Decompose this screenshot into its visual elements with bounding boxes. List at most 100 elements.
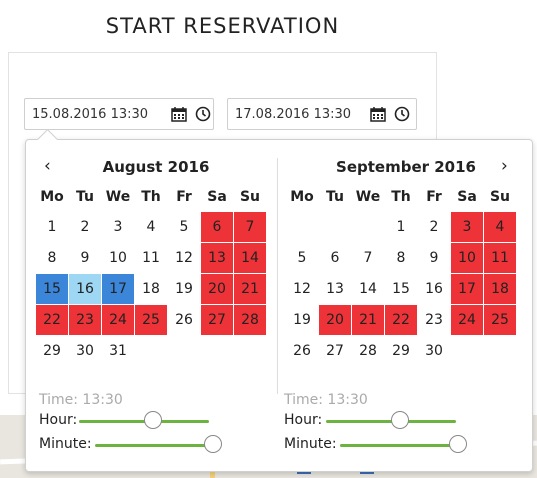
day-cell[interactable]: 14 [234,243,266,273]
minute-slider-track[interactable] [95,444,213,447]
weekday-header: Th [141,189,161,205]
end-datetime-input[interactable]: 17.08.2016 13:30 [227,98,417,130]
day-cell[interactable]: 21 [234,274,266,304]
day-cell[interactable]: 29 [385,336,417,366]
day-cell[interactable]: 14 [352,274,384,304]
weekday-header: Fr [426,189,442,205]
day-cell[interactable]: 26 [168,305,200,335]
day-cell[interactable]: 20 [319,305,351,335]
day-cell[interactable]: 16 [418,274,450,304]
empty-day-cell [135,336,167,366]
minute-slider-handle[interactable] [449,435,467,453]
hour-label: Hour: [39,412,78,428]
day-cell[interactable]: 11 [484,243,516,273]
day-cell[interactable]: 18 [135,274,167,304]
day-cell[interactable]: 25 [484,305,516,335]
clock-icon[interactable] [394,106,410,122]
day-cell[interactable]: 24 [102,305,134,335]
day-cell[interactable]: 12 [168,243,200,273]
day-cell[interactable]: 7 [352,243,384,273]
day-cell[interactable]: 27 [319,336,351,366]
empty-day-cell [286,212,318,242]
day-cell[interactable]: 4 [135,212,167,242]
month-title: August 2016 [102,158,210,176]
calendar-divider [277,158,278,394]
day-cell[interactable]: 30 [418,336,450,366]
day-cell[interactable]: 20 [201,274,233,304]
day-cell[interactable]: 17 [102,274,134,304]
day-cell[interactable]: 2 [69,212,101,242]
day-cell[interactable]: 29 [36,336,68,366]
day-cell[interactable]: 7 [234,212,266,242]
minute-slider-handle[interactable] [204,435,222,453]
day-cell[interactable]: 1 [36,212,68,242]
day-cell[interactable]: 25 [135,305,167,335]
day-cell[interactable]: 6 [201,212,233,242]
empty-day-cell [352,212,384,242]
minute-label: Minute: [284,436,337,452]
start-datetime-input[interactable]: 15.08.2016 13:30 [24,98,214,130]
weekday-header: Th [391,189,411,205]
clock-icon[interactable] [195,106,211,122]
day-cell[interactable]: 19 [286,305,318,335]
day-cell[interactable]: 12 [286,274,318,304]
day-cell[interactable]: 28 [234,305,266,335]
calendar-icon[interactable] [171,106,187,122]
day-cell[interactable]: 1 [385,212,417,242]
day-cell[interactable]: 31 [102,336,134,366]
day-cell[interactable]: 22 [385,305,417,335]
day-cell[interactable]: 8 [385,243,417,273]
day-grid: Mo Tu We Th Fr Sa Su 1 2 3 4 5 6 7 8 9 10 11 12 13 14 15 16 17… [35,182,267,367]
day-cell[interactable]: 16 [69,274,101,304]
day-cell[interactable]: 2 [418,212,450,242]
day-cell[interactable]: 11 [135,243,167,273]
day-cell[interactable]: 17 [451,274,483,304]
next-month-button[interactable]: › [501,156,508,176]
day-cell[interactable]: 22 [36,305,68,335]
hour-slider-handle[interactable] [391,411,410,429]
weekday-header: Fr [176,189,192,205]
day-cell[interactable]: 10 [451,243,483,273]
day-cell[interactable]: 28 [352,336,384,366]
day-cell[interactable]: 3 [102,212,134,242]
day-cell[interactable]: 9 [418,243,450,273]
day-cell[interactable]: 26 [286,336,318,366]
weekday-header: Sa [457,189,477,205]
weekday-header: Mo [290,189,314,205]
day-cell[interactable]: 21 [352,305,384,335]
empty-day-cell [201,336,233,366]
calendar-icon[interactable] [370,106,386,122]
day-cell[interactable]: 30 [69,336,101,366]
day-cell[interactable]: 4 [484,212,516,242]
day-cell[interactable]: 8 [36,243,68,273]
time-readout: Time: 13:30 [39,392,123,408]
day-cell[interactable]: 5 [168,212,200,242]
weekday-header: Sa [207,189,227,205]
day-cell[interactable]: 13 [319,274,351,304]
minute-slider-track[interactable] [340,444,458,447]
time-selector-start: Time: 13:30 Hour: Minute: [39,392,269,456]
day-cell[interactable]: 15 [36,274,68,304]
day-cell[interactable]: 23 [69,305,101,335]
day-cell[interactable]: 9 [69,243,101,273]
weekday-header: We [355,189,381,205]
day-cell[interactable]: 19 [168,274,200,304]
day-cell[interactable]: 27 [201,305,233,335]
day-cell[interactable]: 15 [385,274,417,304]
weekday-header: Tu [76,189,94,205]
empty-day-cell [451,336,483,366]
day-cell[interactable]: 5 [286,243,318,273]
month-title: September 2016 [336,158,476,176]
day-cell[interactable]: 23 [418,305,450,335]
day-grid: Mo Tu We Th Fr Sa Su 1 2 3 4 5 6 7 8 9 10 11 12 13 14 15 16 17… [285,182,517,367]
empty-day-cell [168,336,200,366]
weekday-header: Mo [40,189,64,205]
hour-slider-handle[interactable] [144,411,163,429]
day-cell[interactable]: 13 [201,243,233,273]
day-cell[interactable]: 24 [451,305,483,335]
day-cell[interactable]: 6 [319,243,351,273]
day-cell[interactable]: 3 [451,212,483,242]
day-cell[interactable]: 10 [102,243,134,273]
day-cell[interactable]: 18 [484,274,516,304]
datetime-picker-popup: ‹ August 2016 Mo Tu We Th Fr Sa Su 1 2 3 4 5 6 7 8 9 10… [25,128,533,472]
